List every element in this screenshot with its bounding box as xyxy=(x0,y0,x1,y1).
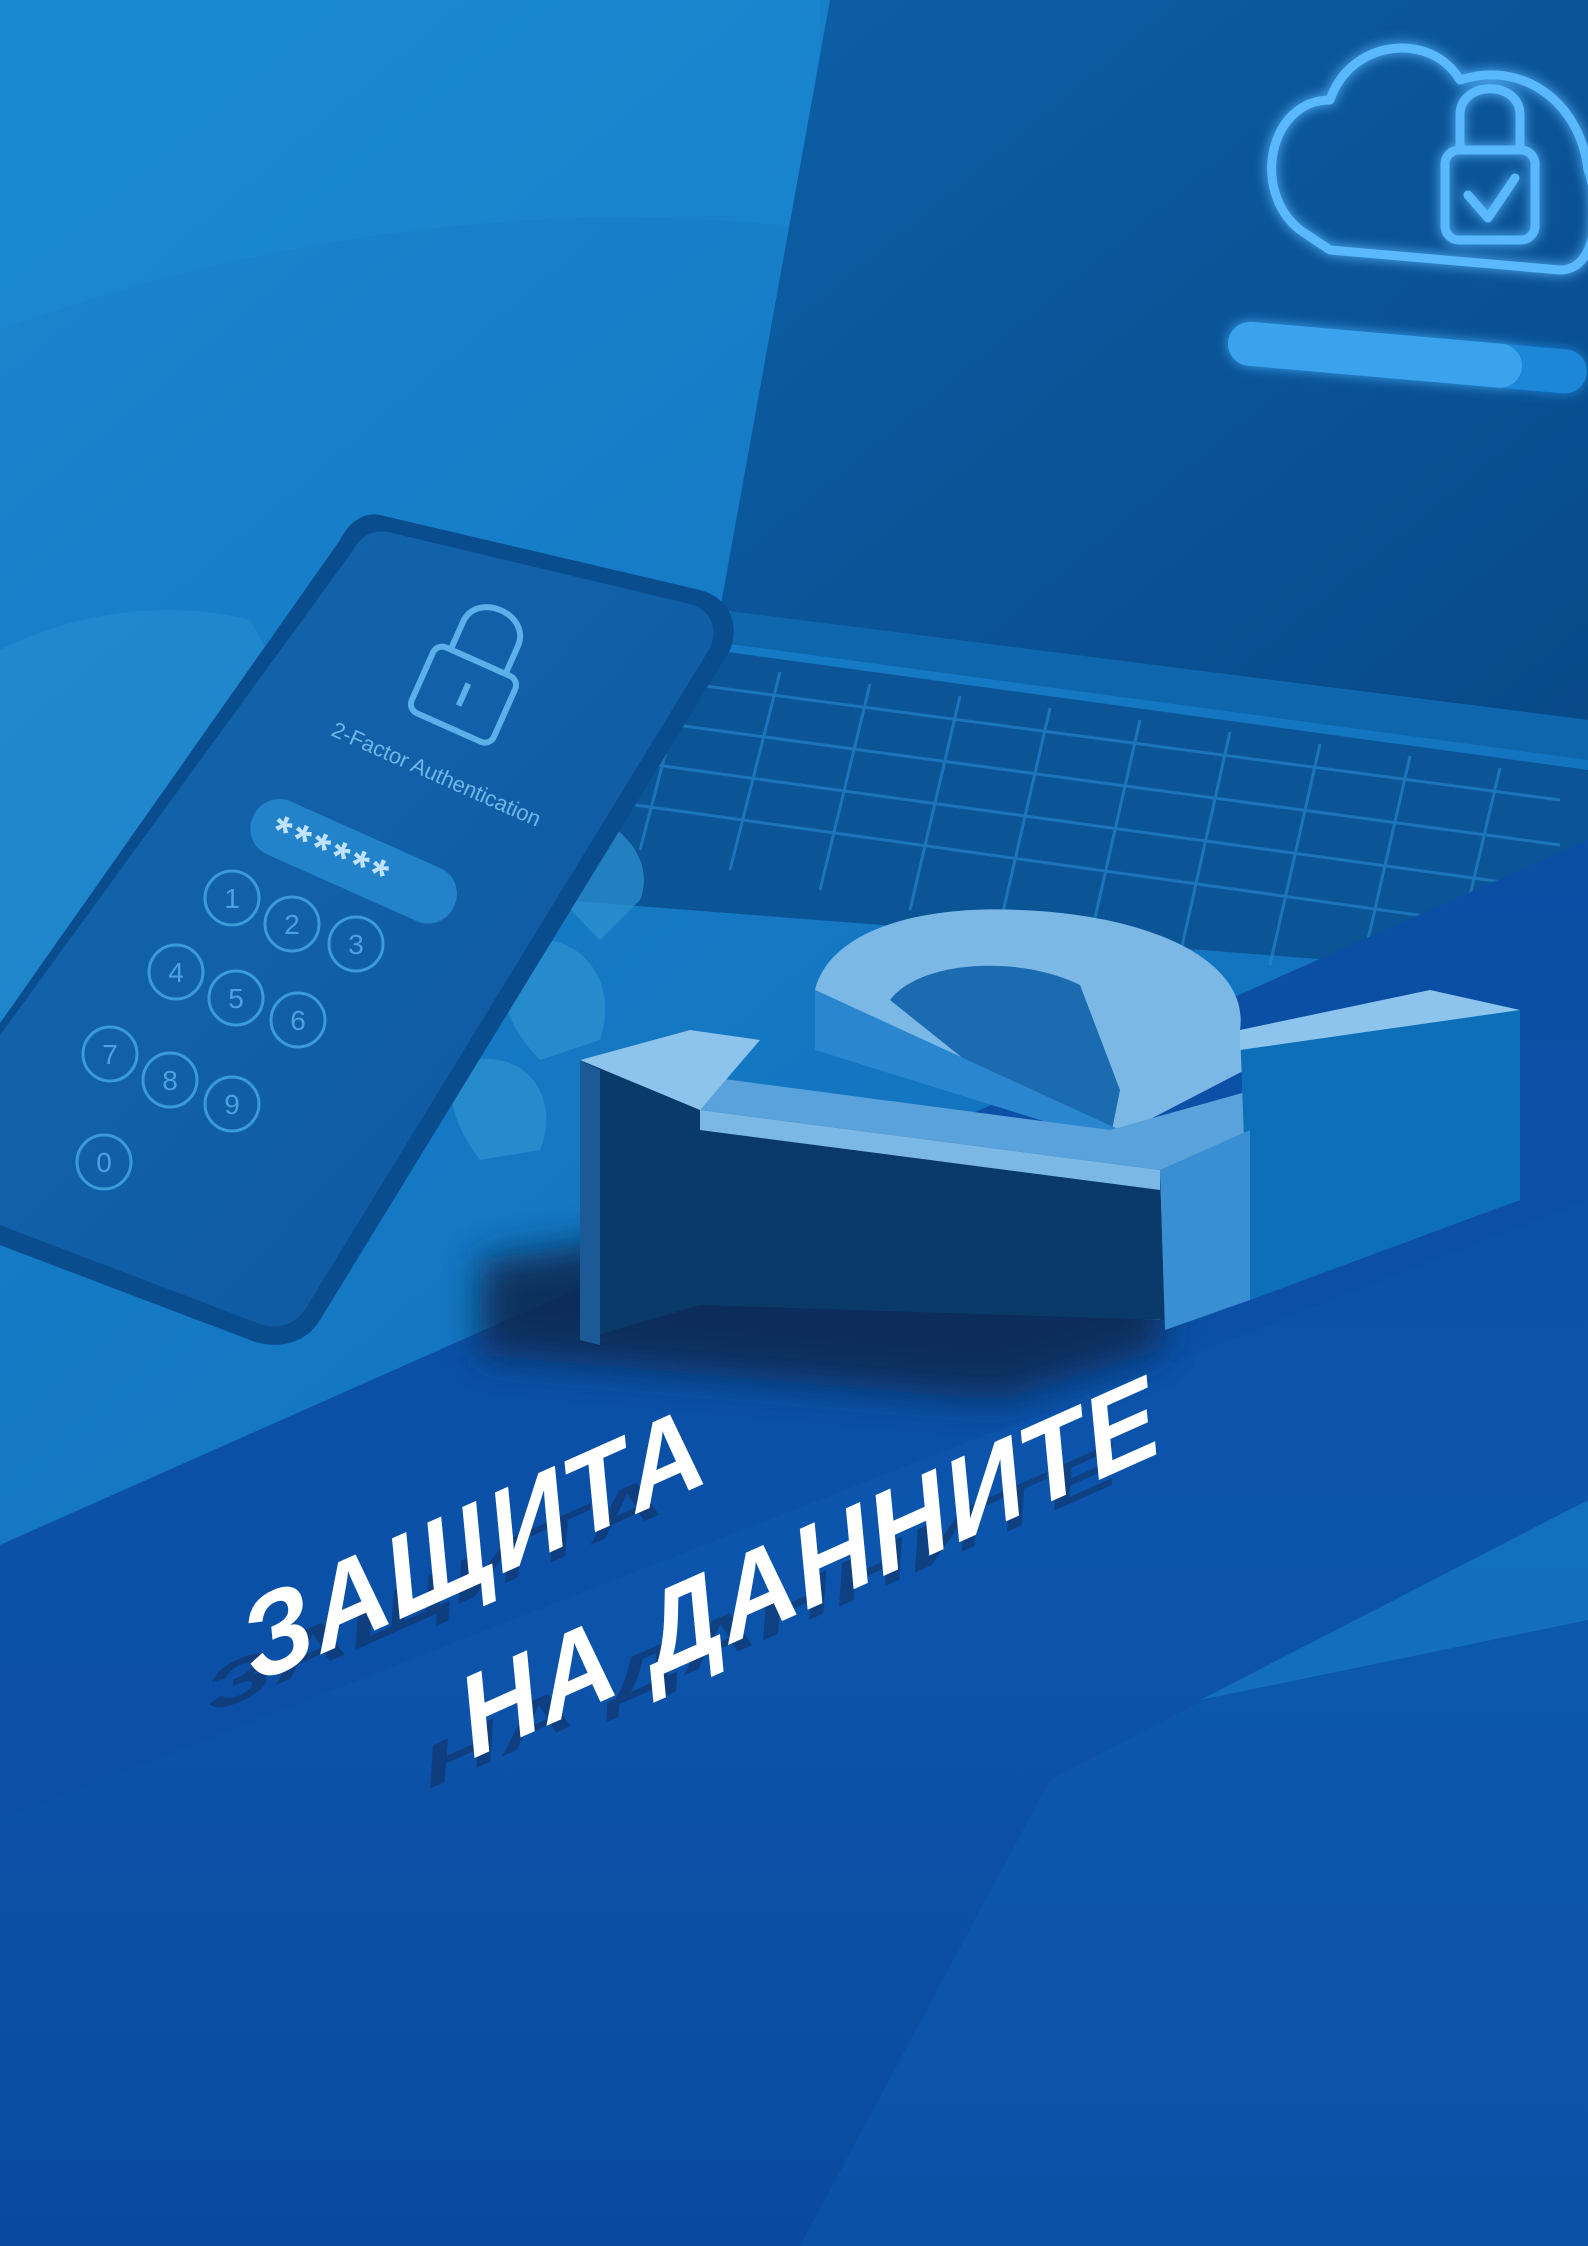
key-2: 2 xyxy=(284,909,300,940)
poster: 2-Factor Authentication ****** 1 2 3 4 5… xyxy=(0,0,1588,2246)
key-9: 9 xyxy=(224,1089,240,1120)
key-3: 3 xyxy=(348,929,364,960)
key-1: 1 xyxy=(224,883,240,914)
background-scene: 2-Factor Authentication ****** 1 2 3 4 5… xyxy=(0,0,1588,2246)
key-4: 4 xyxy=(168,957,184,988)
key-7: 7 xyxy=(102,1039,118,1070)
key-0: 0 xyxy=(96,1147,112,1178)
key-5: 5 xyxy=(228,983,244,1014)
key-6: 6 xyxy=(290,1005,306,1036)
key-8: 8 xyxy=(162,1065,178,1096)
